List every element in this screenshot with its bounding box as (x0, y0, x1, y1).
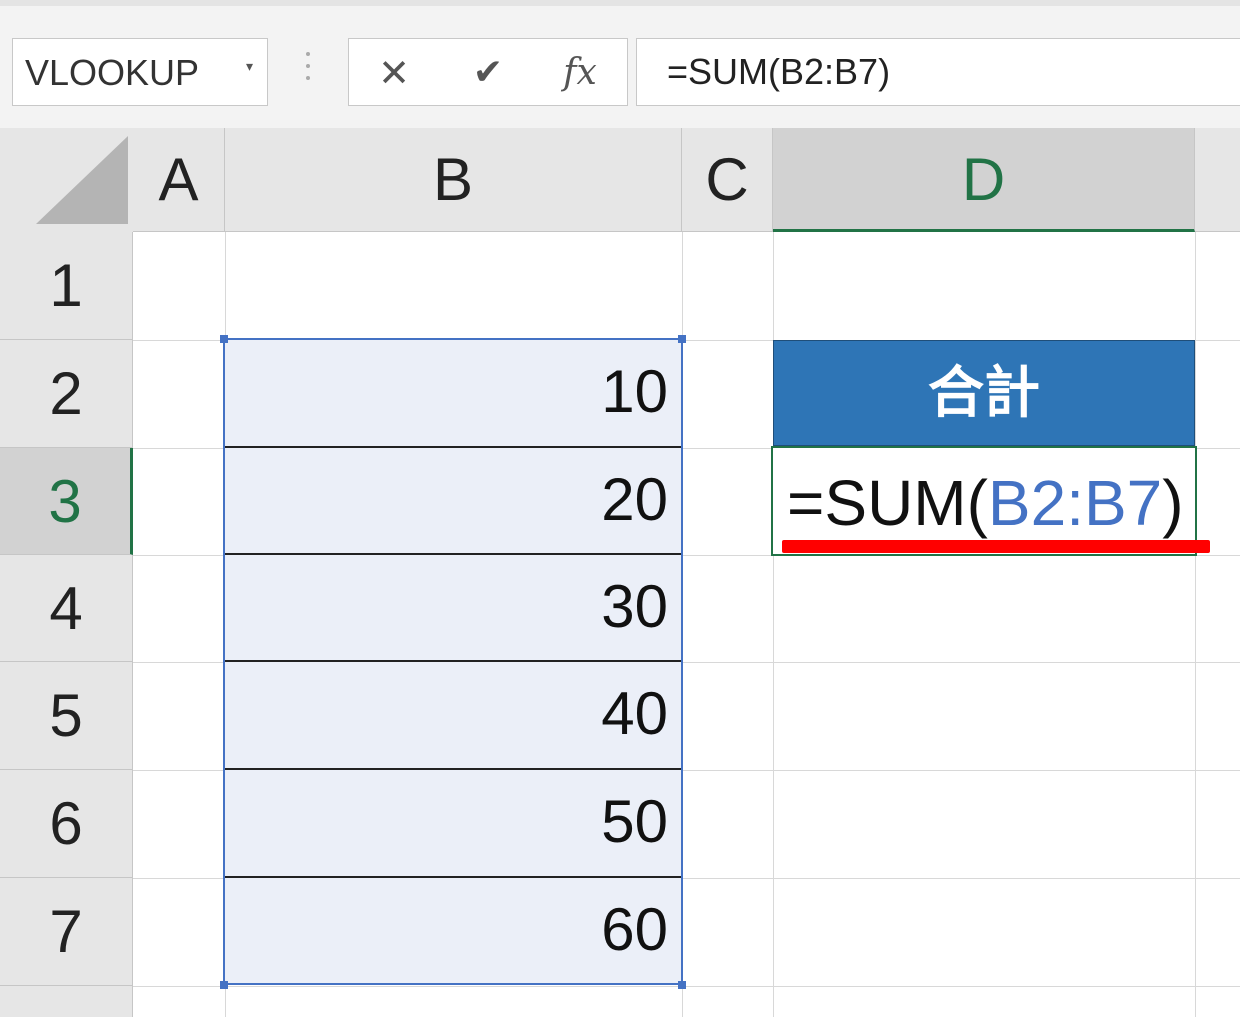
chevron-down-icon[interactable]: ▾ (246, 59, 253, 75)
row-gridline (133, 986, 1240, 987)
name-box-value: VLOOKUP (25, 52, 200, 93)
selection-handle[interactable] (220, 335, 228, 343)
column-gridline (1195, 232, 1196, 1017)
selection-handle[interactable] (678, 335, 686, 343)
total-header-cell[interactable]: 合計 (773, 340, 1195, 446)
select-all-triangle-icon (36, 136, 128, 224)
column-header-c[interactable]: C (682, 128, 773, 232)
insert-function-icon[interactable]: fx (555, 49, 605, 97)
row-header-3[interactable]: 3 (0, 448, 133, 555)
row-header-4[interactable]: 4 (0, 555, 133, 662)
column-header-d[interactable]: D (773, 128, 1195, 232)
formula-bar-value: =SUM(B2:B7) (667, 51, 891, 92)
row-header-5[interactable]: 5 (0, 662, 133, 770)
selection-handle[interactable] (678, 981, 686, 989)
red-underline-annotation (782, 540, 1210, 553)
select-all-corner[interactable] (0, 128, 133, 232)
cell-formula: =SUM(B2:B7) (787, 466, 1184, 540)
formula-buttons: ✕ ✔ fx (348, 38, 628, 106)
enter-check-icon[interactable]: ✔ (463, 49, 513, 97)
row-header-2[interactable]: 2 (0, 340, 133, 448)
row-header-6[interactable]: 6 (0, 770, 133, 878)
name-box[interactable]: VLOOKUP ▾ (12, 38, 268, 106)
row-header-7[interactable]: 7 (0, 878, 133, 986)
column-header-next[interactable] (1195, 128, 1240, 232)
formula-area: VLOOKUP ▾ ✕ ✔ fx =SUM(B2:B7) (0, 6, 1240, 128)
worksheet-grid: A B C D 1 2 3 4 5 6 7 10 20 30 40 50 60 … (0, 128, 1240, 1017)
row-header-1[interactable]: 1 (0, 232, 133, 340)
formula-bar[interactable]: =SUM(B2:B7) (636, 38, 1240, 106)
cancel-icon[interactable]: ✕ (369, 49, 419, 97)
column-header-a[interactable]: A (133, 128, 225, 232)
column-header-b[interactable]: B (225, 128, 682, 232)
range-selection-border (223, 338, 683, 985)
formula-prefix: =SUM( (787, 467, 988, 539)
formula-suffix: ) (1162, 467, 1184, 539)
formula-range-ref: B2:B7 (987, 467, 1163, 539)
row-header-next[interactable] (0, 986, 133, 1017)
selection-handle[interactable] (220, 981, 228, 989)
drag-handle-icon[interactable] (300, 52, 316, 92)
